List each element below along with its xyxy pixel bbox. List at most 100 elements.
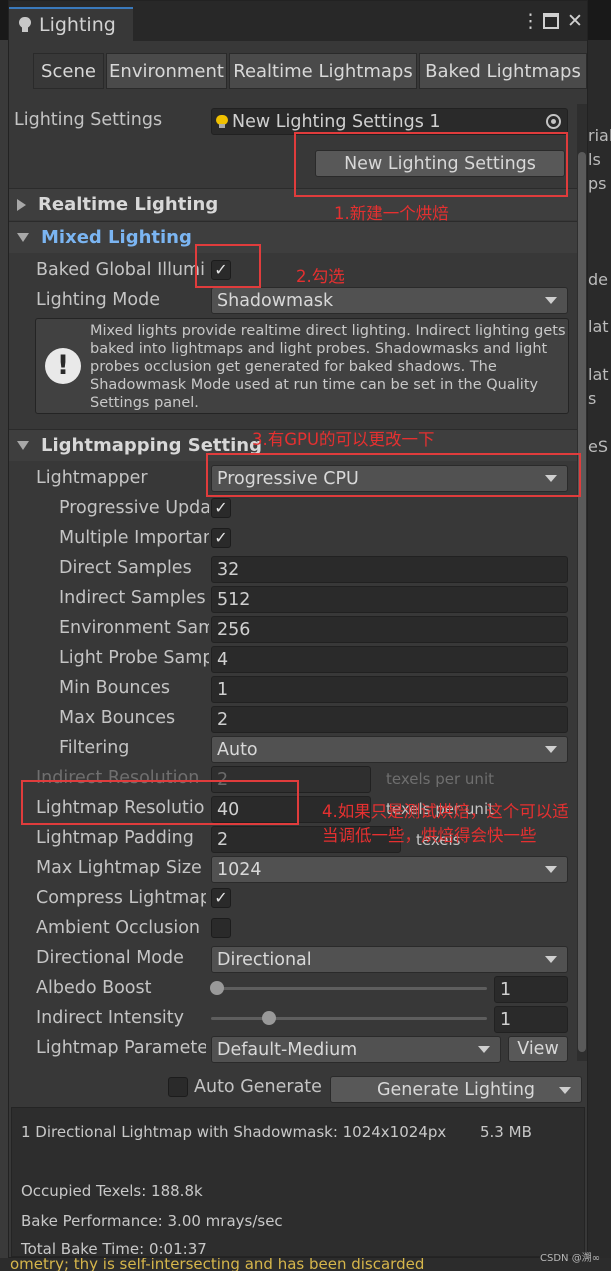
close-icon[interactable]: ✕	[567, 11, 583, 31]
bg-fragment: rial	[588, 126, 611, 145]
chevron-down-icon	[545, 297, 557, 304]
compress-lightmaps-label: Compress Lightmap	[36, 888, 206, 908]
max-lightmap-size-dropdown[interactable]: 1024	[211, 856, 568, 883]
occupied-texels: Occupied Texels: 188.8k	[21, 1182, 203, 1200]
scene-view-edge	[0, 40, 8, 1260]
ambient-occlusion-checkbox[interactable]	[211, 918, 231, 938]
auto-generate-label: Auto Generate	[194, 1077, 322, 1097]
light-probe-samples-label: Light Probe Samp	[59, 648, 209, 668]
annotation-step-4-line-2: 当调低一些，烘焙得会快一些	[322, 826, 537, 845]
console-strip: ometry; thy is self-intersecting and has…	[0, 1258, 611, 1271]
bg-fragment: s	[588, 389, 597, 408]
chevron-down-icon	[478, 1046, 490, 1053]
lightmap-parameters-dropdown[interactable]: Default-Medium	[211, 1036, 501, 1063]
albedo-boost-label: Albedo Boost	[36, 978, 152, 998]
compress-lightmaps-checkbox[interactable]: ✓	[211, 888, 231, 908]
bulb-icon	[19, 17, 31, 33]
lightmap-parameters-value: Default-Medium	[217, 1039, 358, 1060]
progressive-updates-label: Progressive Upda	[59, 498, 209, 518]
tab-realtime-lightmaps[interactable]: Realtime Lightmaps	[229, 53, 417, 89]
bg-fragment: de	[588, 270, 608, 289]
mixed-lighting-title: Mixed Lighting	[41, 227, 192, 248]
lighting-mode-label: Lighting Mode	[36, 290, 160, 310]
indirect-intensity-slider-handle[interactable]	[262, 1011, 276, 1025]
min-bounces-field[interactable]: 1	[211, 676, 568, 703]
lighting-mode-dropdown[interactable]: Shadowmask	[211, 287, 568, 314]
max-bounces-field[interactable]: 2	[211, 706, 568, 733]
mixed-lighting-header[interactable]: Mixed Lighting	[9, 221, 587, 253]
indirect-samples-field[interactable]: 512	[211, 586, 568, 613]
object-picker-icon[interactable]	[546, 114, 561, 129]
bg-fragment: ps	[588, 174, 607, 193]
view-parameters-button[interactable]: View	[508, 1036, 568, 1062]
lighting-settings-asset-name: New Lighting Settings 1	[232, 111, 441, 132]
realtime-lighting-title: Realtime Lighting	[38, 194, 219, 215]
filtering-dropdown[interactable]: Auto	[211, 736, 568, 763]
indirect-resolution-unit: texels per unit	[386, 770, 494, 788]
directional-mode-label: Directional Mode	[36, 948, 184, 968]
bg-fragment: eS	[588, 437, 608, 456]
indirect-intensity-slider[interactable]	[211, 1017, 487, 1020]
annotation-step-3: 3.有GPU的可以更改一下	[252, 430, 435, 449]
lighting-mode-value: Shadowmask	[217, 290, 334, 311]
indirect-samples-label: Indirect Samples	[59, 588, 206, 608]
filtering-label: Filtering	[59, 738, 130, 758]
bake-stats-panel: 1 Directional Lightmap with Shadowmask: …	[11, 1107, 585, 1258]
window-title: Lighting	[39, 14, 116, 36]
inspector-edge: rial ls ps de lat lat s eS	[588, 40, 611, 1260]
title-bar: Lighting ⋮ ✕	[9, 1, 587, 41]
direct-samples-label: Direct Samples	[59, 558, 192, 578]
max-lightmap-size-value: 1024	[217, 859, 262, 880]
bg-fragment: lat	[588, 317, 609, 336]
indirect-intensity-label: Indirect Intensity	[36, 1008, 185, 1028]
lighting-settings-field[interactable]: New Lighting Settings 1	[211, 108, 568, 135]
inspector-scrollbar[interactable]	[577, 104, 587, 1061]
albedo-boost-slider[interactable]	[211, 987, 487, 990]
directional-mode-dropdown[interactable]: Directional	[211, 946, 568, 973]
environment-samples-field[interactable]: 256	[211, 616, 568, 643]
auto-generate-checkbox[interactable]	[168, 1077, 188, 1097]
ambient-occlusion-label: Ambient Occlusion	[36, 918, 201, 938]
annotation-box-new-settings	[294, 132, 568, 197]
directional-mode-value: Directional	[217, 949, 312, 970]
annotation-step-4-line-1: 4.如果只是测试烘焙，这个可以适	[322, 802, 569, 821]
lighting-settings-asset-icon	[216, 114, 228, 129]
chevron-down-icon	[545, 866, 557, 873]
mixed-lighting-info: ! Mixed lights provide realtime direct l…	[35, 318, 569, 414]
tab-baked-lightmaps[interactable]: Baked Lightmaps	[419, 53, 587, 89]
foldout-collapsed-icon	[17, 198, 26, 211]
baked-gi-label: Baked Global Illumi	[36, 260, 205, 280]
lightmap-memory: 5.3 MB	[480, 1123, 532, 1141]
tab-scene[interactable]: Scene	[33, 53, 104, 89]
bg-fragment: lat	[588, 365, 609, 384]
max-lightmap-size-label: Max Lightmap Size	[36, 858, 202, 878]
min-bounces-label: Min Bounces	[59, 678, 171, 698]
progressive-updates-checkbox[interactable]: ✓	[211, 498, 231, 518]
scrollbar-thumb[interactable]	[578, 152, 586, 1052]
lighting-settings-label: Lighting Settings	[14, 110, 163, 130]
window-tab[interactable]: Lighting	[9, 7, 133, 41]
annotation-box-baked-gi	[195, 244, 261, 288]
foldout-expanded-icon	[17, 233, 29, 242]
chevron-down-icon	[545, 746, 557, 753]
watermark: CSDN @溯∞	[540, 1253, 601, 1264]
albedo-boost-field[interactable]: 1	[494, 976, 568, 1003]
multiple-importance-label: Multiple Importan	[59, 528, 209, 548]
direct-samples-field[interactable]: 32	[211, 556, 568, 583]
more-options-icon[interactable]: ⋮	[521, 11, 540, 31]
albedo-boost-slider-handle[interactable]	[210, 981, 224, 995]
filtering-value: Auto	[217, 739, 258, 760]
bg-fragment: ls	[588, 150, 601, 169]
annotation-step-2: 2.勾选	[296, 267, 345, 286]
annotation-step-1: 1.新建一个烘焙	[334, 204, 449, 223]
environment-samples-label: Environment Sam	[59, 618, 209, 638]
light-probe-samples-field[interactable]: 4	[211, 646, 568, 673]
maximize-icon[interactable]	[543, 13, 559, 29]
chevron-down-icon[interactable]	[559, 1087, 571, 1094]
generate-lighting-label: Generate Lighting	[376, 1079, 536, 1100]
lightmap-parameters-label: Lightmap Paramete	[36, 1038, 206, 1058]
indirect-intensity-field[interactable]: 1	[494, 1006, 568, 1033]
tab-environment[interactable]: Environment	[106, 53, 227, 89]
multiple-importance-checkbox[interactable]: ✓	[211, 528, 231, 548]
generate-lighting-button[interactable]: Generate Lighting	[330, 1076, 582, 1103]
